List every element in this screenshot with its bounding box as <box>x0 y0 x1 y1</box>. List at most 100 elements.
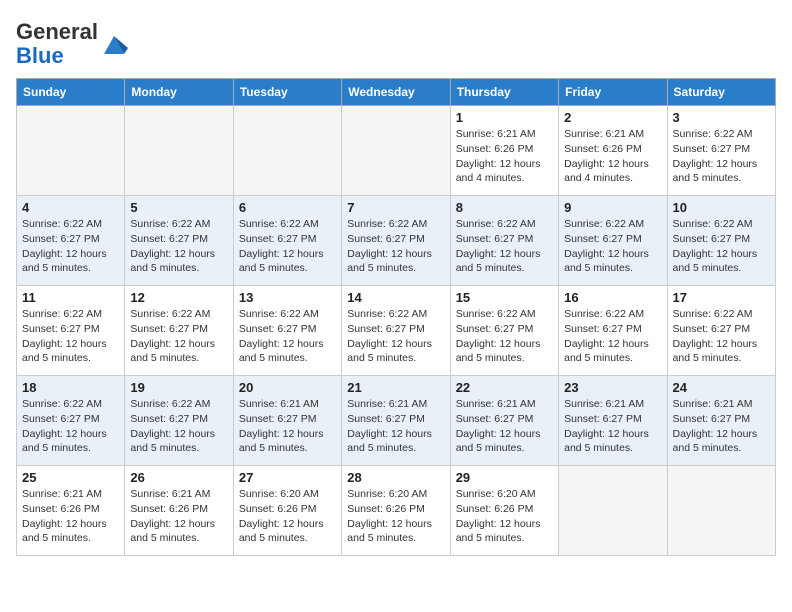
calendar-day-cell <box>233 106 341 196</box>
day-info: Sunrise: 6:22 AMSunset: 6:27 PMDaylight:… <box>456 307 553 366</box>
day-number: 12 <box>130 290 227 305</box>
weekday-header-tuesday: Tuesday <box>233 79 341 106</box>
day-number: 20 <box>239 380 336 395</box>
calendar-day-cell: 11Sunrise: 6:22 AMSunset: 6:27 PMDayligh… <box>17 286 125 376</box>
weekday-header-monday: Monday <box>125 79 233 106</box>
calendar-day-cell: 26Sunrise: 6:21 AMSunset: 6:26 PMDayligh… <box>125 466 233 556</box>
calendar-day-cell: 7 Sunrise: 6:22 AMSunset: 6:27 PMDaylight… <box>342 196 450 286</box>
calendar-day-cell: 23Sunrise: 6:21 AMSunset: 6:27 PMDayligh… <box>559 376 667 466</box>
weekday-header-sunday: Sunday <box>17 79 125 106</box>
day-info: Sunrise: 6:22 AMSunset: 6:27 PMDaylight:… <box>347 307 444 366</box>
day-info: Sunrise: 6:22 AMSunset: 6:27 PMDaylight:… <box>347 217 444 276</box>
calendar-table: SundayMondayTuesdayWednesdayThursdayFrid… <box>16 78 776 556</box>
calendar-day-cell: 10 Sunrise: 6:22 AMSunset: 6:27 PMDayligh… <box>667 196 775 286</box>
day-number: 6 <box>239 200 336 215</box>
calendar-day-cell <box>559 466 667 556</box>
calendar-day-cell: 4 Sunrise: 6:22 AMSunset: 6:27 PMDaylight… <box>17 196 125 286</box>
day-info: Sunrise: 6:22 AMSunset: 6:27 PMDaylight:… <box>239 307 336 366</box>
calendar-day-cell: 22 Sunrise: 6:21 AMSunset: 6:27 PMDayligh… <box>450 376 558 466</box>
day-number: 8 <box>456 200 553 215</box>
day-number: 11 <box>22 290 119 305</box>
calendar-day-cell: 6Sunrise: 6:22 AMSunset: 6:27 PMDaylight… <box>233 196 341 286</box>
day-info: Sunrise: 6:22 AMSunset: 6:27 PMDaylight:… <box>130 217 227 276</box>
calendar-day-cell <box>17 106 125 196</box>
weekday-header-wednesday: Wednesday <box>342 79 450 106</box>
calendar-day-cell: 5 Sunrise: 6:22 AMSunset: 6:27 PMDaylight… <box>125 196 233 286</box>
calendar-week-row: 11 Sunrise: 6:22 AMSunset: 6:27 PMDayligh… <box>17 286 776 376</box>
day-number: 21 <box>347 380 444 395</box>
calendar-day-cell: 25 Sunrise: 6:21 AMSunset: 6:26 PMDayligh… <box>17 466 125 556</box>
day-info: Sunrise: 6:21 AMSunset: 6:26 PMDaylight:… <box>22 487 119 546</box>
day-info: Sunrise: 6:21 AMSunset: 6:27 PMDaylight:… <box>456 397 553 456</box>
day-info: Sunrise: 6:22 AMSunset: 6:27 PMDaylight:… <box>564 307 661 366</box>
day-number: 15 <box>456 290 553 305</box>
calendar-day-cell: 1 Sunrise: 6:21 AMSunset: 6:26 PMDaylight… <box>450 106 558 196</box>
calendar-week-row: 25 Sunrise: 6:21 AMSunset: 6:26 PMDayligh… <box>17 466 776 556</box>
day-number: 17 <box>673 290 770 305</box>
day-info: Sunrise: 6:21 AMSunset: 6:27 PMDaylight:… <box>673 397 770 456</box>
day-number: 4 <box>22 200 119 215</box>
calendar-day-cell: 19 Sunrise: 6:22 AMSunset: 6:27 PMDayligh… <box>125 376 233 466</box>
day-number: 25 <box>22 470 119 485</box>
calendar-day-cell <box>342 106 450 196</box>
calendar-day-cell: 15 Sunrise: 6:22 AMSunset: 6:27 PMDayligh… <box>450 286 558 376</box>
day-info: Sunrise: 6:22 AMSunset: 6:27 PMDaylight:… <box>673 217 770 276</box>
calendar-day-cell <box>125 106 233 196</box>
day-number: 1 <box>456 110 553 125</box>
calendar-week-row: 18Sunrise: 6:22 AMSunset: 6:27 PMDayligh… <box>17 376 776 466</box>
calendar-week-row: 4 Sunrise: 6:22 AMSunset: 6:27 PMDaylight… <box>17 196 776 286</box>
day-info: Sunrise: 6:21 AMSunset: 6:27 PMDaylight:… <box>239 397 336 456</box>
day-number: 10 <box>673 200 770 215</box>
day-number: 7 <box>347 200 444 215</box>
day-number: 22 <box>456 380 553 395</box>
day-info: Sunrise: 6:21 AMSunset: 6:26 PMDaylight:… <box>564 127 661 186</box>
day-number: 27 <box>239 470 336 485</box>
day-info: Sunrise: 6:20 AMSunset: 6:26 PMDaylight:… <box>456 487 553 546</box>
calendar-day-cell: 9 Sunrise: 6:22 AMSunset: 6:27 PMDaylight… <box>559 196 667 286</box>
day-info: Sunrise: 6:22 AMSunset: 6:27 PMDaylight:… <box>22 397 119 456</box>
calendar-day-cell: 12Sunrise: 6:22 AMSunset: 6:27 PMDayligh… <box>125 286 233 376</box>
day-info: Sunrise: 6:21 AMSunset: 6:27 PMDaylight:… <box>347 397 444 456</box>
day-number: 16 <box>564 290 661 305</box>
day-number: 26 <box>130 470 227 485</box>
day-info: Sunrise: 6:22 AMSunset: 6:27 PMDaylight:… <box>130 397 227 456</box>
day-info: Sunrise: 6:22 AMSunset: 6:27 PMDaylight:… <box>22 217 119 276</box>
calendar-day-cell: 17 Sunrise: 6:22 AMSunset: 6:27 PMDayligh… <box>667 286 775 376</box>
logo-text: General Blue <box>16 20 98 68</box>
day-number: 13 <box>239 290 336 305</box>
logo-blue: Blue <box>16 43 64 68</box>
calendar-header-row: SundayMondayTuesdayWednesdayThursdayFrid… <box>17 79 776 106</box>
calendar-day-cell: 3Sunrise: 6:22 AMSunset: 6:27 PMDaylight… <box>667 106 775 196</box>
logo: General Blue <box>16 20 128 68</box>
weekday-header-friday: Friday <box>559 79 667 106</box>
calendar-day-cell: 28Sunrise: 6:20 AMSunset: 6:26 PMDayligh… <box>342 466 450 556</box>
calendar-day-cell: 29 Sunrise: 6:20 AMSunset: 6:26 PMDayligh… <box>450 466 558 556</box>
calendar-day-cell: 2 Sunrise: 6:21 AMSunset: 6:26 PMDaylight… <box>559 106 667 196</box>
calendar-day-cell: 16 Sunrise: 6:22 AMSunset: 6:27 PMDayligh… <box>559 286 667 376</box>
day-info: Sunrise: 6:21 AMSunset: 6:26 PMDaylight:… <box>456 127 553 186</box>
day-number: 28 <box>347 470 444 485</box>
calendar-day-cell: 27Sunrise: 6:20 AMSunset: 6:26 PMDayligh… <box>233 466 341 556</box>
calendar-week-row: 1 Sunrise: 6:21 AMSunset: 6:26 PMDaylight… <box>17 106 776 196</box>
day-info: Sunrise: 6:22 AMSunset: 6:27 PMDaylight:… <box>673 307 770 366</box>
day-number: 5 <box>130 200 227 215</box>
day-number: 29 <box>456 470 553 485</box>
day-number: 14 <box>347 290 444 305</box>
day-number: 23 <box>564 380 661 395</box>
day-info: Sunrise: 6:22 AMSunset: 6:27 PMDaylight:… <box>564 217 661 276</box>
page-header: General Blue <box>16 16 776 68</box>
day-number: 2 <box>564 110 661 125</box>
day-number: 3 <box>673 110 770 125</box>
logo-icon <box>100 30 128 58</box>
calendar-day-cell: 18Sunrise: 6:22 AMSunset: 6:27 PMDayligh… <box>17 376 125 466</box>
weekday-header-saturday: Saturday <box>667 79 775 106</box>
day-number: 24 <box>673 380 770 395</box>
calendar-day-cell: 24 Sunrise: 6:21 AMSunset: 6:27 PMDayligh… <box>667 376 775 466</box>
calendar-day-cell: 21 Sunrise: 6:21 AMSunset: 6:27 PMDayligh… <box>342 376 450 466</box>
calendar-day-cell: 13 Sunrise: 6:22 AMSunset: 6:27 PMDayligh… <box>233 286 341 376</box>
day-number: 19 <box>130 380 227 395</box>
calendar-day-cell: 20 Sunrise: 6:21 AMSunset: 6:27 PMDayligh… <box>233 376 341 466</box>
day-number: 9 <box>564 200 661 215</box>
calendar-day-cell: 14 Sunrise: 6:22 AMSunset: 6:27 PMDayligh… <box>342 286 450 376</box>
weekday-header-thursday: Thursday <box>450 79 558 106</box>
